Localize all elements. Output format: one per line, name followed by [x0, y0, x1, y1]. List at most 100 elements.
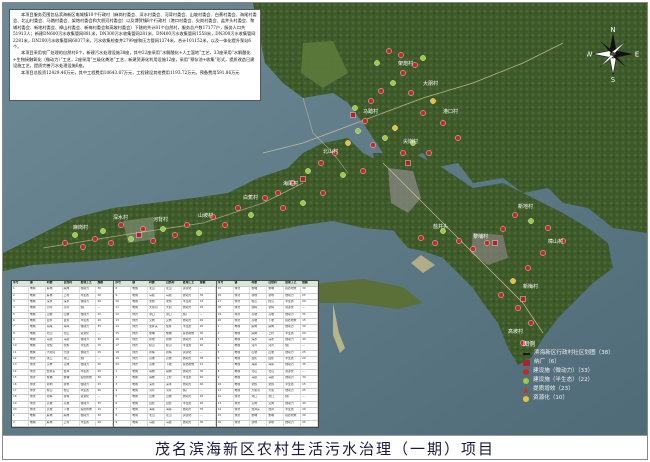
table-cell: 资源化 [284, 306, 302, 312]
facility-marker[interactable] [400, 70, 406, 76]
table-cell: 新地 [148, 338, 165, 344]
facility-marker[interactable] [426, 150, 432, 156]
facility-marker[interactable] [408, 90, 414, 96]
table-cell: 15 [199, 300, 216, 306]
facility-marker[interactable] [382, 135, 388, 141]
facility-marker[interactable] [455, 135, 461, 141]
facility-marker[interactable] [374, 60, 380, 66]
facility-marker[interactable] [456, 238, 462, 244]
table-cell: 8 [114, 414, 132, 420]
table-cell: 新梅 [46, 395, 63, 401]
table-cell: 麻岗 [165, 369, 182, 376]
treatment-plant-marker[interactable] [492, 240, 498, 246]
facility-marker[interactable] [352, 105, 358, 111]
facility-marker[interactable] [400, 150, 406, 156]
table-cell: — [301, 369, 318, 376]
table-cell: — [301, 306, 318, 312]
facility-marker[interactable] [108, 240, 114, 246]
table-cell: 微动力 [80, 401, 97, 407]
facility-marker[interactable] [262, 195, 268, 201]
table-cell: 微动力 [80, 414, 97, 420]
facility-marker[interactable] [470, 246, 476, 252]
table-cell: 博贺 [131, 325, 149, 331]
facility-marker[interactable] [128, 236, 134, 242]
facility-marker[interactable] [345, 140, 351, 146]
facility-marker[interactable] [280, 205, 286, 211]
facility-marker[interactable] [305, 168, 311, 174]
facility-marker[interactable] [318, 160, 324, 166]
table-cell: 博贺 [131, 344, 149, 350]
facility-marker[interactable] [184, 222, 190, 228]
facility-marker[interactable] [420, 55, 426, 61]
facility-marker[interactable] [525, 265, 531, 271]
facility-marker[interactable] [80, 244, 86, 250]
facility-marker[interactable] [390, 80, 396, 86]
facility-marker[interactable] [196, 230, 202, 236]
facility-marker[interactable] [362, 118, 368, 124]
facility-marker[interactable] [100, 228, 106, 234]
facility-marker[interactable] [498, 292, 504, 298]
table-cell: 半生态 [182, 344, 199, 350]
legend-label: 滨海新区行政村社区划图（38） [534, 350, 614, 356]
table-cell: 电城 [131, 369, 149, 376]
treatment-plant-marker[interactable] [350, 112, 356, 118]
facility-marker[interactable] [540, 250, 546, 256]
table-cell: 樟山 [63, 388, 80, 395]
facility-marker[interactable] [398, 52, 404, 58]
table-cell: 半生态 [284, 300, 302, 306]
facility-marker[interactable] [248, 212, 254, 218]
treatment-plant-marker[interactable] [136, 232, 142, 238]
table-cell: 半生态 [80, 369, 97, 376]
table-header-cell: 镇 [234, 281, 251, 287]
treatment-plant-marker[interactable] [520, 296, 526, 302]
facility-marker[interactable] [510, 278, 516, 284]
treatment-plant-marker[interactable] [300, 176, 306, 182]
facility-marker[interactable] [392, 125, 398, 131]
facility-marker[interactable] [412, 62, 418, 68]
facility-marker[interactable] [360, 168, 366, 174]
facility-marker[interactable] [528, 320, 534, 326]
facility-marker[interactable] [235, 205, 241, 211]
facility-marker[interactable] [418, 235, 424, 241]
facility-marker[interactable] [432, 240, 438, 246]
facility-marker[interactable] [62, 240, 68, 246]
facility-marker[interactable] [515, 305, 521, 311]
facility-marker[interactable] [300, 200, 306, 206]
facility-marker[interactable] [150, 238, 156, 244]
facility-marker[interactable] [484, 240, 490, 246]
facility-marker[interactable] [420, 110, 426, 116]
facility-marker[interactable] [222, 222, 228, 228]
table-cell: 半生态 [284, 331, 302, 338]
table-cell: 微动力 [182, 395, 199, 401]
facility-marker[interactable] [92, 236, 98, 242]
facility-marker[interactable] [118, 222, 124, 228]
treatment-plant-marker[interactable] [405, 160, 411, 166]
facility-marker[interactable] [528, 218, 534, 224]
table-cell: 新地 [267, 420, 285, 426]
facility-marker[interactable] [545, 225, 551, 231]
facility-marker[interactable] [140, 226, 146, 232]
table-cell: 6 [114, 401, 132, 407]
facility-marker[interactable] [500, 226, 506, 232]
village-label: 马踏村 [363, 108, 378, 115]
facility-marker[interactable] [512, 212, 518, 218]
facility-marker[interactable] [430, 98, 436, 104]
table-cell: 提质增效 [182, 363, 199, 369]
description-paragraph: 本项目采用农厂处理的自然村6个，新建污水处理设施38座，其中22座采用“水解酸化… [13, 50, 255, 69]
satellite-map[interactable]: 麻岗村 深水村 河背村 山坡村 白蕉村 海尾村 北山村 马踏村 架炮村 大朋村 港口村 尖岗村 盐井头黎… [3, 3, 647, 435]
facility-marker[interactable] [340, 172, 346, 178]
table-cell: 微动力 [284, 363, 302, 369]
facility-marker[interactable] [275, 190, 281, 196]
facility-marker[interactable] [320, 190, 326, 196]
facility-marker[interactable] [355, 128, 361, 134]
facility-marker[interactable] [160, 226, 166, 232]
facility-marker[interactable] [440, 120, 446, 126]
table-cell: 微动力 [80, 312, 97, 319]
table-cell: 博贺 [234, 395, 251, 401]
facility-marker[interactable] [72, 232, 78, 238]
facility-marker[interactable] [378, 88, 384, 94]
facility-marker[interactable] [172, 232, 178, 238]
facility-marker[interactable] [386, 48, 392, 54]
facility-marker[interactable] [370, 142, 376, 148]
facility-marker[interactable] [368, 98, 374, 104]
